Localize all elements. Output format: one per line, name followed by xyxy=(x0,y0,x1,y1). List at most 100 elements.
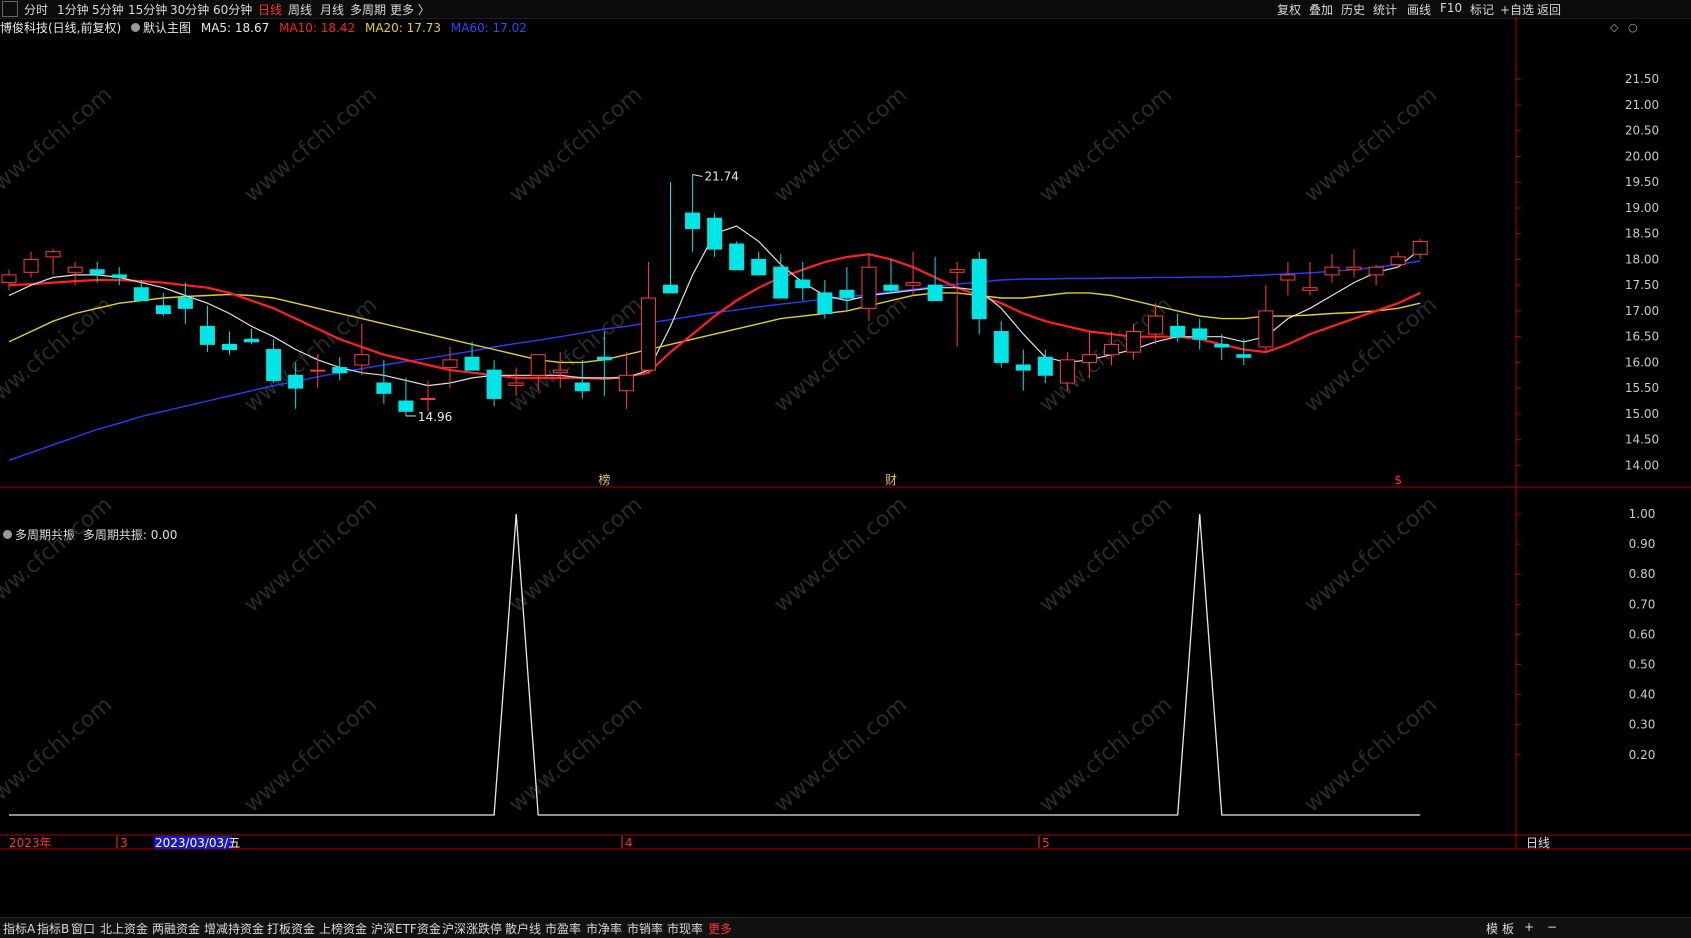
indicator-tab[interactable]: 打板资金 xyxy=(267,920,315,937)
indicator-tab[interactable]: 市现率 xyxy=(667,920,703,937)
indicator-tab[interactable]: 市净率 xyxy=(586,920,622,937)
resonance-line xyxy=(9,513,1421,816)
price-tick-label: 20.50 xyxy=(1625,124,1659,138)
candle-body xyxy=(1170,325,1186,338)
indicator-tick-label: 0.80 xyxy=(1629,567,1656,581)
candle-body xyxy=(1280,274,1296,281)
candle xyxy=(464,341,480,371)
candle xyxy=(1037,349,1053,384)
indicator-tab[interactable]: 北上资金 xyxy=(100,920,148,937)
candle-body xyxy=(199,325,215,345)
period-tab[interactable]: 30分钟 xyxy=(170,1,209,18)
indicator-tab[interactable]: 散户线 xyxy=(505,920,541,937)
candle xyxy=(795,262,811,301)
candle xyxy=(663,182,678,294)
date-label: 2023/03/03/五 xyxy=(155,836,240,850)
chart-tool-button[interactable]: 历史 xyxy=(1341,1,1365,18)
period-tab[interactable]: 周线 xyxy=(288,1,312,18)
candle-body xyxy=(376,382,392,394)
candle-body xyxy=(1192,328,1208,340)
indicator-tab[interactable]: 增减持资金 xyxy=(204,920,264,937)
chart-tool-button[interactable]: 标记 xyxy=(1470,1,1494,18)
chart-tool-button[interactable]: 复权 xyxy=(1277,1,1301,18)
period-tab[interactable]: 60分钟 xyxy=(213,1,252,18)
indicator-tab[interactable]: 两融资金 xyxy=(152,920,200,937)
watermark-text: www.cfchi.com xyxy=(505,492,647,617)
indicator-name[interactable]: 多周期共振 xyxy=(15,528,75,542)
indicator-tab[interactable]: 指标A xyxy=(3,920,35,937)
ma-lines xyxy=(8,225,1421,461)
candle xyxy=(244,328,260,345)
watermark-text: www.cfchi.com xyxy=(0,82,117,207)
candle-body xyxy=(1324,266,1340,276)
indicator-tab[interactable]: 沪深ETF资金 xyxy=(371,920,441,937)
candle-body xyxy=(1126,331,1142,353)
bottom-control-button[interactable]: + xyxy=(1524,920,1534,934)
watermark-text: www.cfchi.com xyxy=(1035,492,1177,617)
candle-body xyxy=(1037,356,1053,376)
price-tick-label: 21.50 xyxy=(1625,72,1659,86)
candle-body xyxy=(1346,266,1362,271)
bottom-control-button[interactable]: 板 xyxy=(1502,920,1514,937)
kline-chart[interactable]: www.cfchi.com www.cfchi.com www.cfchi.com w… xyxy=(0,0,1691,915)
watermark-text: www.cfchi.com xyxy=(505,82,647,207)
indicator-tab[interactable]: 指标B xyxy=(37,920,69,937)
chart-tool-button[interactable]: 叠加 xyxy=(1309,1,1333,18)
candle-body xyxy=(111,274,127,278)
period-tab[interactable]: 月线 xyxy=(320,1,344,18)
candle-body xyxy=(1081,354,1097,363)
main-chart-label[interactable]: 默认主图 xyxy=(143,21,191,35)
period-tab[interactable]: 1分钟 xyxy=(57,1,89,18)
period-tab[interactable]: 5分钟 xyxy=(92,1,124,18)
chart-tool-button[interactable]: F10 xyxy=(1440,1,1462,15)
chart-tool-button[interactable]: 返回 xyxy=(1537,1,1561,18)
indicator-tab[interactable]: 沪深涨跌停 xyxy=(442,920,502,937)
candle-body xyxy=(67,266,83,273)
period-tab[interactable]: 分时 xyxy=(24,1,48,18)
watermark-text: www.cfchi.com xyxy=(770,82,912,207)
watermark-text: www.cfchi.com xyxy=(0,692,117,817)
candle-body xyxy=(1148,315,1164,335)
main-chart-icon[interactable] xyxy=(131,23,141,32)
candle-body xyxy=(883,284,899,291)
indicator-toggle-icon[interactable] xyxy=(3,530,12,539)
watermark-layer: www.cfchi.com www.cfchi.com www.cfchi.com w… xyxy=(0,82,1442,817)
candle-body xyxy=(508,382,524,387)
indicator-tab[interactable]: 窗口 xyxy=(71,920,95,937)
candle xyxy=(45,249,61,275)
watermark-text: www.cfchi.com xyxy=(770,292,912,417)
candle xyxy=(905,251,921,296)
watermark-text: www.cfchi.com xyxy=(1035,82,1177,207)
price-tick-label: 15.50 xyxy=(1625,381,1659,395)
candle xyxy=(177,282,193,324)
indicator-tab[interactable]: 市销率 xyxy=(627,920,663,937)
candle xyxy=(1390,251,1406,268)
chart-tool-button[interactable]: 画线 xyxy=(1407,1,1431,18)
bottom-control-button[interactable]: − xyxy=(1547,920,1557,934)
price-tick-label: 17.00 xyxy=(1625,304,1659,318)
period-tab[interactable]: 更多 〉 xyxy=(390,1,430,18)
chart-tool-button[interactable]: 统计 xyxy=(1373,1,1397,18)
candle xyxy=(398,377,414,416)
price-tick-label: 19.00 xyxy=(1625,201,1659,215)
candle xyxy=(1280,262,1296,296)
period-tab[interactable]: 多周期 xyxy=(350,1,386,18)
window-toggle-icon[interactable] xyxy=(2,1,18,17)
candle-body xyxy=(530,354,546,376)
candle xyxy=(1170,313,1186,342)
price-tick-label: 16.50 xyxy=(1625,330,1659,344)
candle xyxy=(618,352,634,409)
watermark-text: www.cfchi.com xyxy=(770,692,912,817)
period-tab[interactable]: 日线 xyxy=(258,1,282,18)
indicator-tab[interactable]: 上榜资金 xyxy=(319,920,367,937)
candle xyxy=(1368,264,1384,286)
watermark-text: www.cfchi.com xyxy=(240,492,382,617)
annotations: 21.74 14.96 榜 财 $ xyxy=(405,169,1402,487)
stock-title[interactable]: 博俊科技(日线,前复权) xyxy=(0,21,121,35)
bottom-control-button[interactable]: 模 xyxy=(1486,920,1498,937)
indicator-tab[interactable]: 更多 xyxy=(708,920,732,937)
period-tab[interactable]: 15分钟 xyxy=(128,1,167,18)
chart-tool-button[interactable]: +自选 xyxy=(1500,1,1534,18)
candle xyxy=(1258,285,1274,353)
indicator-tab[interactable]: 市盈率 xyxy=(545,920,581,937)
